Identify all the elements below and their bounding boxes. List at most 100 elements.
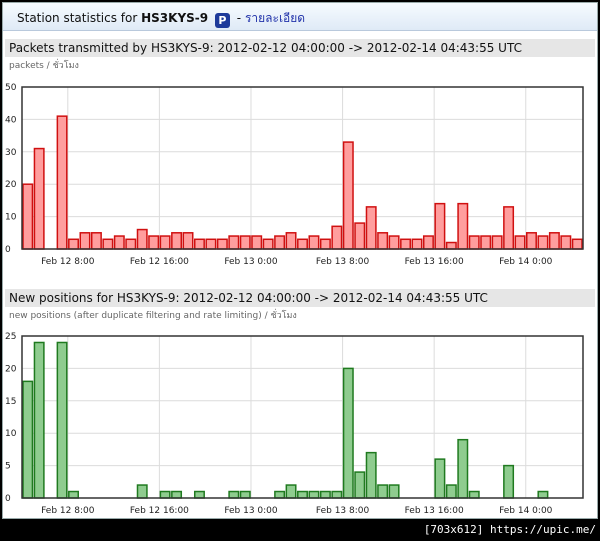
positions-bar	[468, 490, 480, 499]
positions-bar	[171, 490, 183, 499]
packets-plot-frame	[21, 86, 584, 250]
packets-bar	[285, 232, 297, 250]
positions-bar	[274, 490, 286, 499]
positions-bar	[228, 490, 240, 499]
packets-bar	[148, 235, 160, 250]
positions-bar	[136, 484, 148, 499]
header-prefix: Station statistics for	[17, 11, 138, 25]
packets-bar	[411, 238, 423, 250]
packets-bar	[193, 238, 205, 250]
packets-xtick-label: Feb 13 16:00	[405, 257, 464, 267]
packets-chart: 0 10 20 30 40 50 Feb 12 8:00 Feb 12 16:00 Feb 13…	[5, 83, 584, 267]
packets-bar	[319, 238, 331, 250]
positions-bar	[193, 490, 205, 499]
packets-bar	[537, 235, 549, 250]
packets-ytick-label: 50	[5, 83, 17, 93]
packets-ytick-label: 10	[5, 213, 17, 223]
packets-bar	[388, 235, 400, 250]
positions-xtick-label: Feb 12 8:00	[41, 506, 95, 516]
packets-xtick-label: Feb 13 8:00	[316, 257, 370, 267]
packets-bar	[342, 141, 354, 250]
packets-bar	[33, 147, 45, 250]
packets-bar	[125, 238, 137, 250]
positions-xtick-label: Feb 13 8:00	[316, 506, 370, 516]
positions-bar	[297, 490, 308, 499]
packets-bar	[262, 238, 274, 250]
packets-bar	[251, 235, 263, 250]
positions-bar	[445, 484, 457, 499]
packets-bar	[56, 115, 68, 250]
packets-xtick-label: Feb 13 0:00	[224, 257, 278, 267]
packets-bar	[560, 235, 572, 250]
header-title: Station statistics for HS3KYS-9 P - รายล…	[17, 9, 305, 28]
positions-bar	[308, 490, 320, 499]
positions-xtick-label: Feb 12 16:00	[130, 506, 189, 516]
packets-xtick-label: Feb 12 8:00	[41, 257, 95, 267]
details-link[interactable]: รายละเอียด	[245, 11, 305, 25]
positions-chart-subtitle: new positions (after duplicate filtering…	[9, 311, 297, 321]
packets-bar	[445, 241, 457, 250]
stats-window: Station statistics for HS3KYS-9 P - รายล…	[2, 2, 598, 519]
packets-ytick-label: 40	[5, 115, 17, 125]
positions-ytick-label: 20	[5, 364, 17, 374]
packets-bar	[297, 238, 308, 250]
packets-bar	[79, 232, 91, 250]
packets-bar	[171, 232, 183, 250]
packets-bar	[205, 238, 217, 250]
positions-bar	[354, 471, 366, 499]
packets-bar	[422, 235, 434, 250]
packets-bar	[354, 222, 366, 250]
packets-ytick-label: 30	[5, 148, 17, 158]
packets-bar	[331, 225, 343, 250]
positions-chart-title: New positions for HS3KYS-9: 2012-02-12 0…	[9, 291, 488, 305]
packets-bar	[571, 238, 583, 250]
positions-bar	[22, 380, 34, 499]
positions-bar	[56, 341, 68, 499]
positions-chart: 0 5 10 15 20 25 Feb 12 8:00 Feb 12 16:00 Feb 13 …	[5, 332, 584, 516]
positions-ytick-label: 25	[5, 332, 16, 342]
packets-bar	[503, 206, 515, 250]
packets-bar	[136, 228, 148, 250]
packets-bar	[159, 235, 171, 250]
packets-bar	[216, 238, 228, 250]
parking-icon: P	[214, 13, 230, 28]
footer-bar: [703x612] https://upic.me/	[0, 519, 600, 541]
positions-plot-frame	[21, 335, 584, 499]
positions-xtick-label: Feb 13 16:00	[405, 506, 464, 516]
packets-bar	[228, 235, 240, 250]
packets-chart-subtitle: packets / ชั่วโมง	[9, 61, 79, 71]
packets-bar	[548, 232, 560, 250]
packets-xtick-label: Feb 12 16:00	[130, 257, 189, 267]
positions-bar	[239, 490, 251, 499]
header-callsign: HS3KYS-9	[141, 11, 209, 25]
positions-bar	[342, 367, 354, 499]
positions-bar	[159, 490, 171, 499]
packets-bar	[434, 202, 446, 250]
packets-bar	[491, 235, 503, 250]
packets-bar	[468, 235, 480, 250]
positions-bar	[68, 490, 79, 499]
positions-bar	[285, 484, 297, 499]
positions-bar	[377, 484, 389, 499]
packets-bar	[308, 235, 320, 250]
positions-bar	[365, 451, 377, 499]
watermark-text: [703x612] https://upic.me/	[423, 523, 596, 536]
positions-ytick-label: 15	[5, 397, 16, 407]
packets-bar	[514, 235, 526, 250]
packets-bar	[68, 238, 79, 250]
packets-bar	[377, 232, 389, 250]
packets-xtick-label: Feb 14 0:00	[499, 257, 553, 267]
positions-ytick-label: 5	[5, 462, 11, 472]
positions-bar	[388, 484, 400, 499]
packets-bar	[113, 235, 125, 250]
positions-xtick-label: Feb 13 0:00	[224, 506, 278, 516]
packets-bar	[182, 232, 194, 250]
packets-bar	[90, 232, 102, 250]
packets-chart-title-bar: Packets transmitted by HS3KYS-9: 2012-02…	[5, 39, 595, 57]
positions-chart-title-bar: New positions for HS3KYS-9: 2012-02-12 0…	[5, 289, 595, 307]
packets-bar	[274, 235, 286, 250]
header-bar: Station statistics for HS3KYS-9 P - รายล…	[3, 3, 597, 31]
packets-bar	[239, 235, 251, 250]
positions-ytick-label: 10	[5, 429, 17, 439]
packets-ytick-label: 20	[5, 180, 17, 190]
